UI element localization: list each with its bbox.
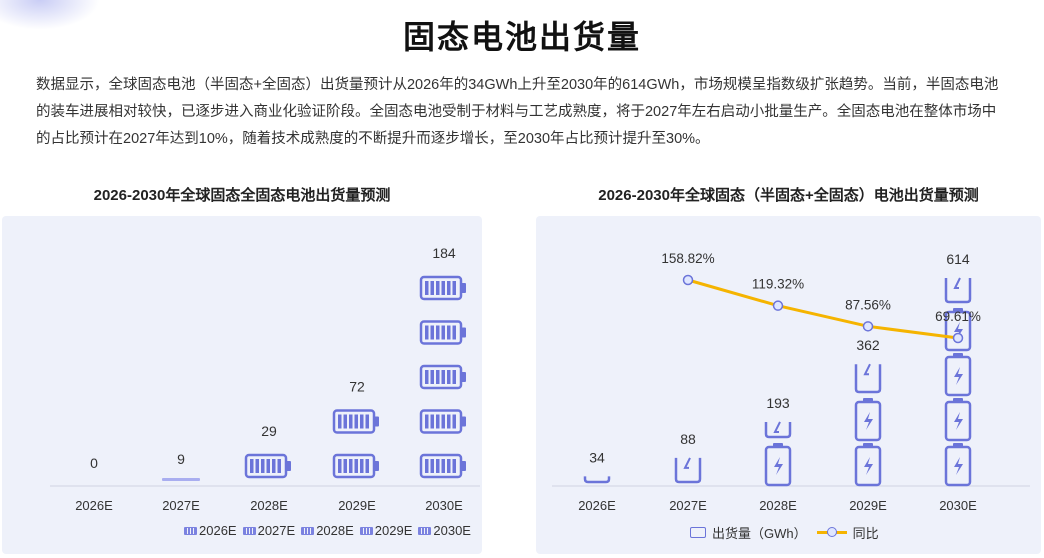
- legend-swatch: [359, 526, 373, 535]
- yoy-label: 158.82%: [661, 251, 714, 266]
- left-data-label: 184: [432, 245, 456, 261]
- left-bar-battery-mark: [244, 453, 291, 479]
- left-bar-battery-mark: [419, 320, 466, 345]
- right-x-tick-label: 2026E: [578, 498, 616, 513]
- right-bar-battery-mark: [944, 398, 972, 442]
- right-bar-battery-mark: [944, 443, 972, 487]
- right-bar-battery-mark: [674, 457, 702, 484]
- legend-swatch: [242, 526, 256, 535]
- legend-item-shipments: 出货量（GWh）: [690, 523, 807, 542]
- yoy-label: 87.56%: [845, 297, 891, 312]
- right-chart-legend: 出货量（GWh） 同比: [690, 523, 879, 542]
- left-data-label: 9: [177, 451, 185, 467]
- yoy-label: 119.32%: [752, 277, 804, 292]
- legend-item-2027E: 2027E: [242, 523, 296, 538]
- right-data-label: 614: [946, 251, 970, 267]
- left-bar-mark: [162, 478, 200, 481]
- legend-item-2028E: 2028E: [301, 523, 354, 538]
- legend-label: 2028E: [316, 523, 354, 538]
- left-x-tick-label: 2029E: [338, 498, 376, 513]
- left-bar-battery-mark: [332, 453, 379, 479]
- legend-label: 2029E: [374, 523, 413, 538]
- left-data-label: 0: [90, 455, 98, 471]
- line-legend-icon: [816, 527, 847, 537]
- right-bar-battery-mark: [854, 443, 882, 487]
- right-bar-battery-mark: [944, 277, 972, 304]
- right-bar-battery-mark: [854, 363, 882, 394]
- legend-label-yoy: 同比: [852, 526, 879, 541]
- right-x-tick-label: 2029E: [849, 498, 887, 513]
- battery-legend-icon: [690, 527, 706, 538]
- legend-label: 2030E: [433, 523, 471, 538]
- right-x-tick-label: 2027E: [669, 498, 707, 513]
- legend-swatch: [418, 526, 432, 535]
- right-data-label: 362: [856, 337, 880, 353]
- yoy-line: [687, 278, 959, 340]
- yoy-point: [772, 300, 784, 311]
- legend-label: 2027E: [257, 523, 296, 538]
- charts-canvas: 2026E 0 2027E 9 2028E 29 2029E 72 2030E 184 2026E 3…: [50, 245, 1030, 513]
- yoy-point: [862, 321, 874, 332]
- left-data-label: 72: [349, 379, 365, 395]
- right-data-label: 34: [589, 449, 605, 465]
- left-x-tick-label: 2026E: [75, 498, 113, 513]
- legend-item-2026E: 2026E: [184, 523, 237, 538]
- legend-item-2029E: 2029E: [359, 523, 413, 538]
- legend-swatch: [184, 526, 197, 535]
- legend-label-shipments: 出货量（GWh）: [712, 526, 807, 541]
- yoy-point: [682, 274, 694, 286]
- left-x-tick-label: 2028E: [250, 498, 288, 513]
- left-bar-battery-mark: [419, 409, 466, 434]
- legend-swatch: [301, 526, 315, 535]
- yoy-point: [952, 332, 964, 344]
- right-data-label: 88: [680, 431, 696, 447]
- right-bar-battery-mark: [583, 476, 611, 484]
- right-bar-battery-mark: [764, 443, 792, 487]
- left-bar-battery-mark: [419, 275, 466, 301]
- right-bar-battery-mark: [944, 353, 972, 397]
- left-bar-battery-mark: [419, 453, 466, 479]
- left-bar-battery-mark: [419, 364, 466, 390]
- yoy-label: 69.61%: [935, 309, 981, 324]
- right-bar-battery-mark: [854, 398, 882, 442]
- left-chart-legend: 2026E 2027E 2028E 2029E 2030E: [184, 523, 471, 538]
- right-data-label: 193: [766, 395, 790, 411]
- legend-label: 2026E: [199, 523, 237, 538]
- right-x-tick-label: 2028E: [759, 498, 797, 513]
- left-x-tick-label: 2030E: [425, 498, 463, 513]
- legend-item-2030E: 2030E: [418, 523, 471, 538]
- left-data-label: 29: [261, 423, 277, 439]
- left-x-tick-label: 2027E: [162, 498, 200, 513]
- left-bar-battery-mark: [332, 409, 379, 434]
- legend-item-yoy: 同比: [816, 523, 879, 542]
- right-x-tick-label: 2030E: [939, 498, 977, 513]
- right-bar-battery-mark: [764, 421, 792, 439]
